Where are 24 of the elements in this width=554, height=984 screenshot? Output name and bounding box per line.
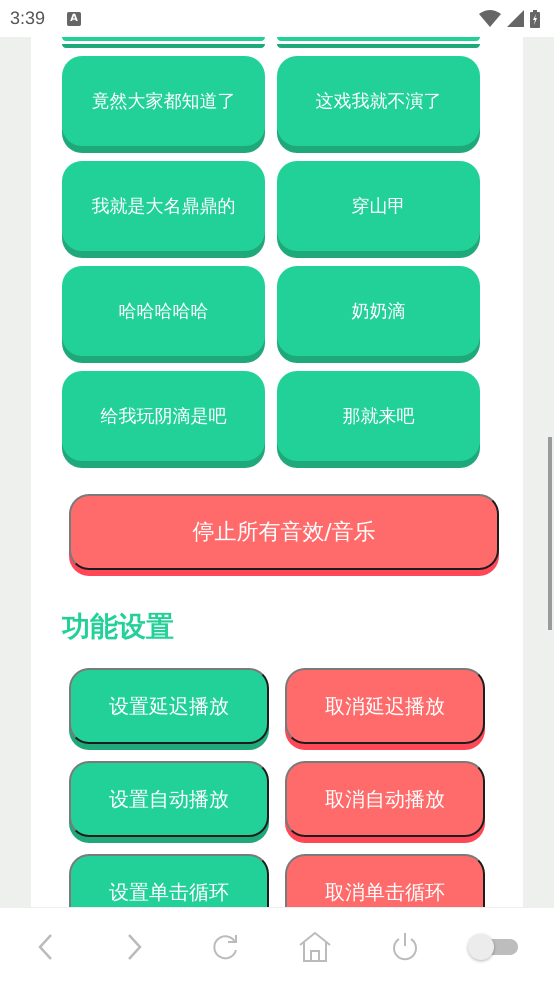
setting-button[interactable]: 设置单击循环 bbox=[69, 854, 269, 907]
sound-button[interactable] bbox=[277, 37, 480, 41]
section-title: 功能设置 bbox=[62, 609, 175, 645]
toggle-switch[interactable] bbox=[468, 934, 518, 960]
forward-icon[interactable] bbox=[127, 932, 143, 960]
sound-button[interactable]: 穿山甲 bbox=[277, 161, 480, 251]
sound-button[interactable]: 给我玩阴滴是吧 bbox=[62, 371, 265, 461]
sound-button[interactable]: 竟然大家都知道了 bbox=[62, 56, 265, 146]
status-time: 3:39 bbox=[10, 8, 46, 29]
refresh-icon[interactable] bbox=[211, 932, 239, 960]
back-icon[interactable] bbox=[37, 932, 53, 960]
sound-button[interactable]: 这戏我就不演了 bbox=[277, 56, 480, 146]
sound-button[interactable]: 哈哈哈哈哈 bbox=[62, 266, 265, 356]
home-icon[interactable] bbox=[299, 932, 331, 962]
sound-button[interactable]: 奶奶滴 bbox=[277, 266, 480, 356]
setting-button[interactable]: 取消单击循环 bbox=[285, 854, 485, 907]
sound-button[interactable]: 我就是大名鼎鼎的 bbox=[62, 161, 265, 251]
sound-button[interactable]: 那就来吧 bbox=[277, 371, 480, 461]
signal-icon bbox=[507, 10, 524, 27]
battery-icon bbox=[530, 10, 540, 28]
sound-button[interactable] bbox=[62, 37, 265, 41]
notification-icon: A bbox=[67, 12, 82, 26]
power-icon[interactable] bbox=[391, 932, 419, 962]
wifi-icon bbox=[479, 10, 501, 27]
